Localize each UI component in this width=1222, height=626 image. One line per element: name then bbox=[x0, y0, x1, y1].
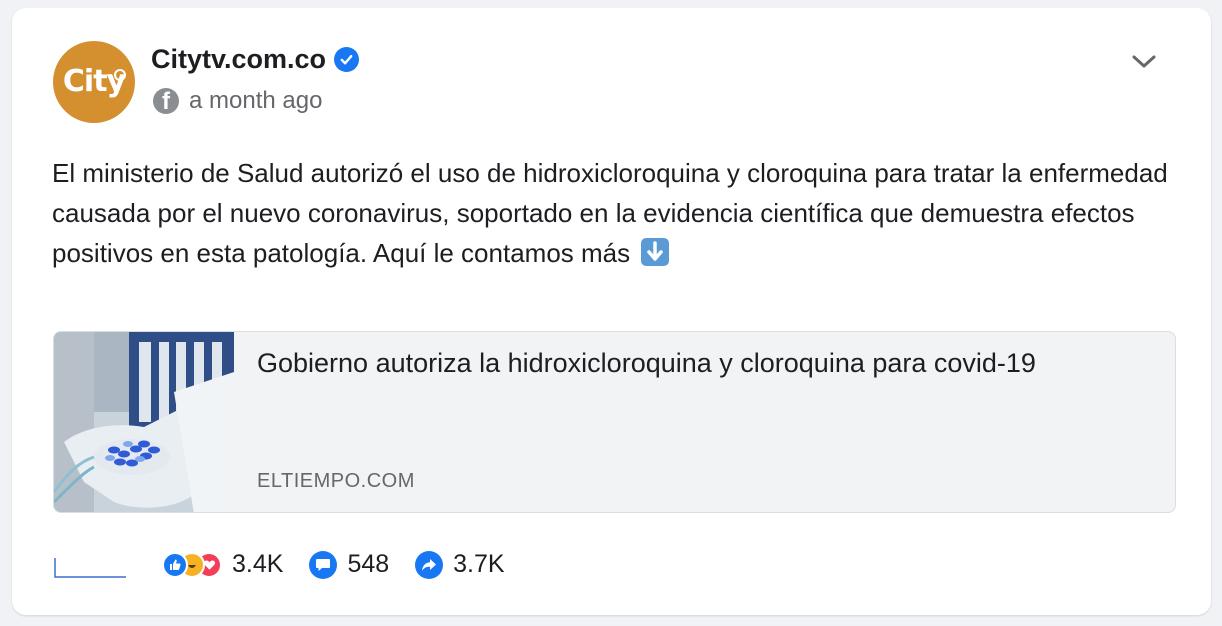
link-preview-card[interactable]: Gobierno autoriza la hidroxicloroquina y… bbox=[53, 331, 1176, 513]
post-meta: f a month ago bbox=[153, 87, 322, 115]
comments-stat[interactable]: 548 bbox=[309, 550, 389, 579]
chevron-down-icon bbox=[1132, 55, 1156, 68]
engagement-sparkline bbox=[54, 558, 126, 578]
verified-badge-icon bbox=[334, 47, 360, 72]
link-domain: ELTIEMPO.COM bbox=[257, 470, 415, 492]
share-icon bbox=[415, 550, 444, 579]
reactions-stat[interactable]: 3.4K bbox=[162, 550, 283, 579]
facebook-icon: f bbox=[153, 88, 179, 114]
link-thumbnail-image bbox=[54, 332, 234, 512]
page-avatar[interactable]: City bbox=[53, 41, 135, 123]
page-name[interactable]: Citytv.com.co bbox=[151, 44, 326, 75]
avatar-logo-text: City bbox=[62, 63, 126, 99]
post-text: El ministerio de Salud autorizó el uso d… bbox=[52, 158, 1168, 268]
comments-count: 548 bbox=[347, 550, 390, 578]
link-title[interactable]: Gobierno autoriza la hidroxicloroquina y… bbox=[257, 344, 1157, 383]
page-name-row: Citytv.com.co bbox=[151, 44, 360, 75]
post-card: City Citytv.com.co f a month ago El mini… bbox=[12, 8, 1211, 615]
post-body: El ministerio de Salud autorizó el uso d… bbox=[52, 153, 1182, 273]
like-icon bbox=[162, 551, 188, 578]
reaction-icons bbox=[162, 551, 222, 578]
comment-icon bbox=[309, 550, 338, 579]
tv-logo-mark bbox=[114, 69, 126, 81]
down-arrow-emoji-icon bbox=[641, 238, 670, 266]
shares-count: 3.7K bbox=[453, 550, 505, 578]
post-options-button[interactable] bbox=[1129, 50, 1159, 74]
engagement-bar: 3.4K 548 3.7K bbox=[162, 550, 531, 579]
reactions-count: 3.4K bbox=[232, 550, 284, 578]
post-timestamp[interactable]: a month ago bbox=[189, 87, 322, 115]
shares-stat[interactable]: 3.7K bbox=[415, 550, 505, 579]
